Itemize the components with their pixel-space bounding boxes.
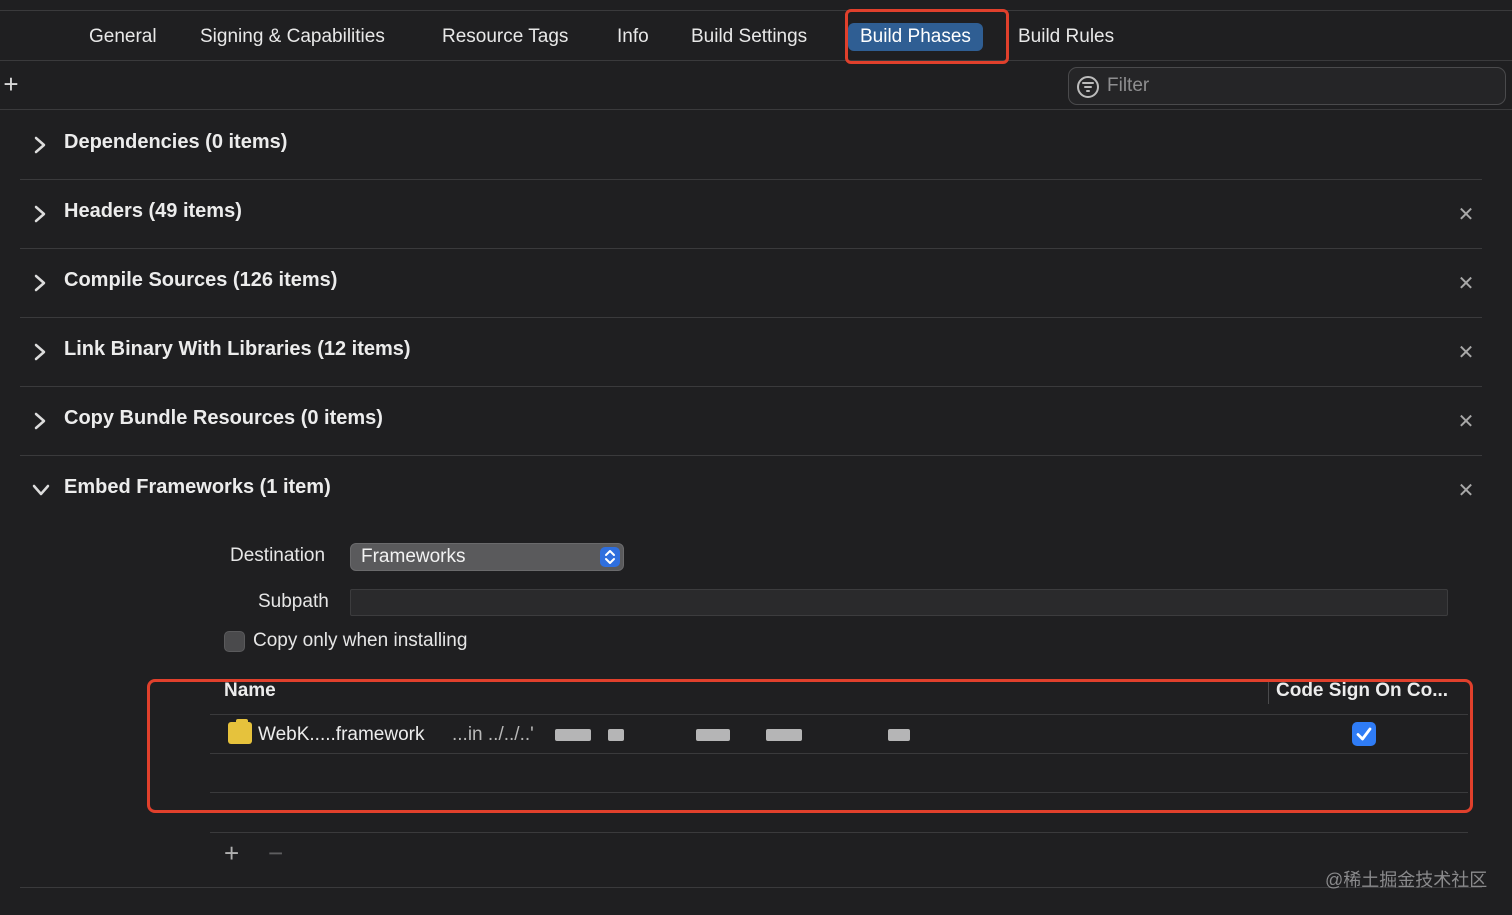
table-header-divider [210, 714, 1468, 715]
phase-dependencies[interactable]: Dependencies (0 items) [20, 111, 1482, 180]
destination-popup[interactable]: Frameworks [350, 543, 624, 571]
phase-title: Compile Sources (126 items) [64, 269, 338, 291]
phase-headers[interactable]: Headers (49 items) ✕ [20, 180, 1482, 249]
code-sign-checkbox[interactable] [1352, 722, 1376, 746]
filter-icon [1077, 76, 1099, 98]
copy-only-checkbox[interactable] [224, 631, 245, 652]
chevron-right-icon[interactable] [32, 271, 48, 295]
tab-general[interactable]: General [89, 23, 157, 51]
filter-input[interactable] [1107, 68, 1497, 104]
redacted-text [766, 729, 802, 741]
remove-phase-button[interactable]: ✕ [1456, 343, 1476, 363]
phase-link-binary[interactable]: Link Binary With Libraries (12 items) ✕ [20, 318, 1482, 387]
destination-value: Frameworks [361, 546, 466, 567]
filter-field[interactable] [1068, 67, 1506, 105]
subpath-label: Subpath [258, 591, 329, 612]
phase-title: Dependencies (0 items) [64, 131, 288, 153]
checkmark-icon [1356, 727, 1372, 741]
remove-phase-button[interactable]: ✕ [1456, 205, 1476, 225]
chevron-right-icon[interactable] [32, 409, 48, 433]
chevron-right-icon[interactable] [32, 133, 48, 157]
chevron-down-icon[interactable] [30, 478, 50, 502]
watermark: @稀土掘金技术社区 [1325, 870, 1488, 890]
phase-embed-frameworks[interactable]: Embed Frameworks (1 item) ✕ [20, 456, 1482, 525]
row-divider [210, 753, 1468, 754]
section-divider [20, 887, 1482, 888]
add-phase-button[interactable]: + [0, 71, 22, 97]
remove-phase-button[interactable]: ✕ [1456, 481, 1476, 501]
destination-label: Destination [230, 545, 326, 566]
phase-title: Headers (49 items) [64, 200, 242, 222]
phases-toolbar: + [0, 62, 1512, 110]
phase-compile-sources[interactable]: Compile Sources (126 items) ✕ [20, 249, 1482, 318]
tab-signing-capabilities[interactable]: Signing & Capabilities [200, 23, 385, 51]
framework-path: ...in ../../..' [452, 724, 534, 745]
table-footer-divider [210, 832, 1468, 833]
editor-tab-bar: General Signing & Capabilities Resource … [0, 11, 1512, 61]
redacted-text [696, 729, 730, 741]
tab-build-settings[interactable]: Build Settings [691, 23, 807, 51]
column-header-code-sign[interactable]: Code Sign On Co... [1276, 680, 1448, 702]
framework-icon [228, 719, 252, 744]
chevron-right-icon[interactable] [32, 202, 48, 226]
chevron-right-icon[interactable] [32, 340, 48, 364]
redacted-text [555, 729, 591, 741]
redacted-text [608, 729, 624, 741]
row-divider [210, 792, 1468, 793]
tab-build-rules[interactable]: Build Rules [1018, 23, 1114, 51]
phase-title: Copy Bundle Resources (0 items) [64, 407, 383, 429]
remove-phase-button[interactable]: ✕ [1456, 412, 1476, 432]
chevron-up-down-icon [600, 547, 620, 567]
add-item-button[interactable]: + [224, 840, 239, 866]
phase-copy-bundle-resources[interactable]: Copy Bundle Resources (0 items) ✕ [20, 387, 1482, 456]
phase-title: Link Binary With Libraries (12 items) [64, 338, 411, 360]
tab-build-phases[interactable]: Build Phases [848, 23, 983, 51]
remove-phase-button[interactable]: ✕ [1456, 274, 1476, 294]
tab-resource-tags[interactable]: Resource Tags [442, 23, 568, 51]
tab-info[interactable]: Info [617, 23, 649, 51]
column-separator [1268, 680, 1269, 704]
phase-title: Embed Frameworks (1 item) [64, 476, 331, 498]
column-header-name[interactable]: Name [224, 680, 276, 702]
framework-name: WebK.....framework [258, 724, 425, 745]
redacted-text [888, 729, 910, 741]
remove-item-button[interactable]: − [268, 840, 283, 866]
copy-only-label: Copy only when installing [253, 630, 468, 651]
subpath-field[interactable] [350, 589, 1448, 616]
